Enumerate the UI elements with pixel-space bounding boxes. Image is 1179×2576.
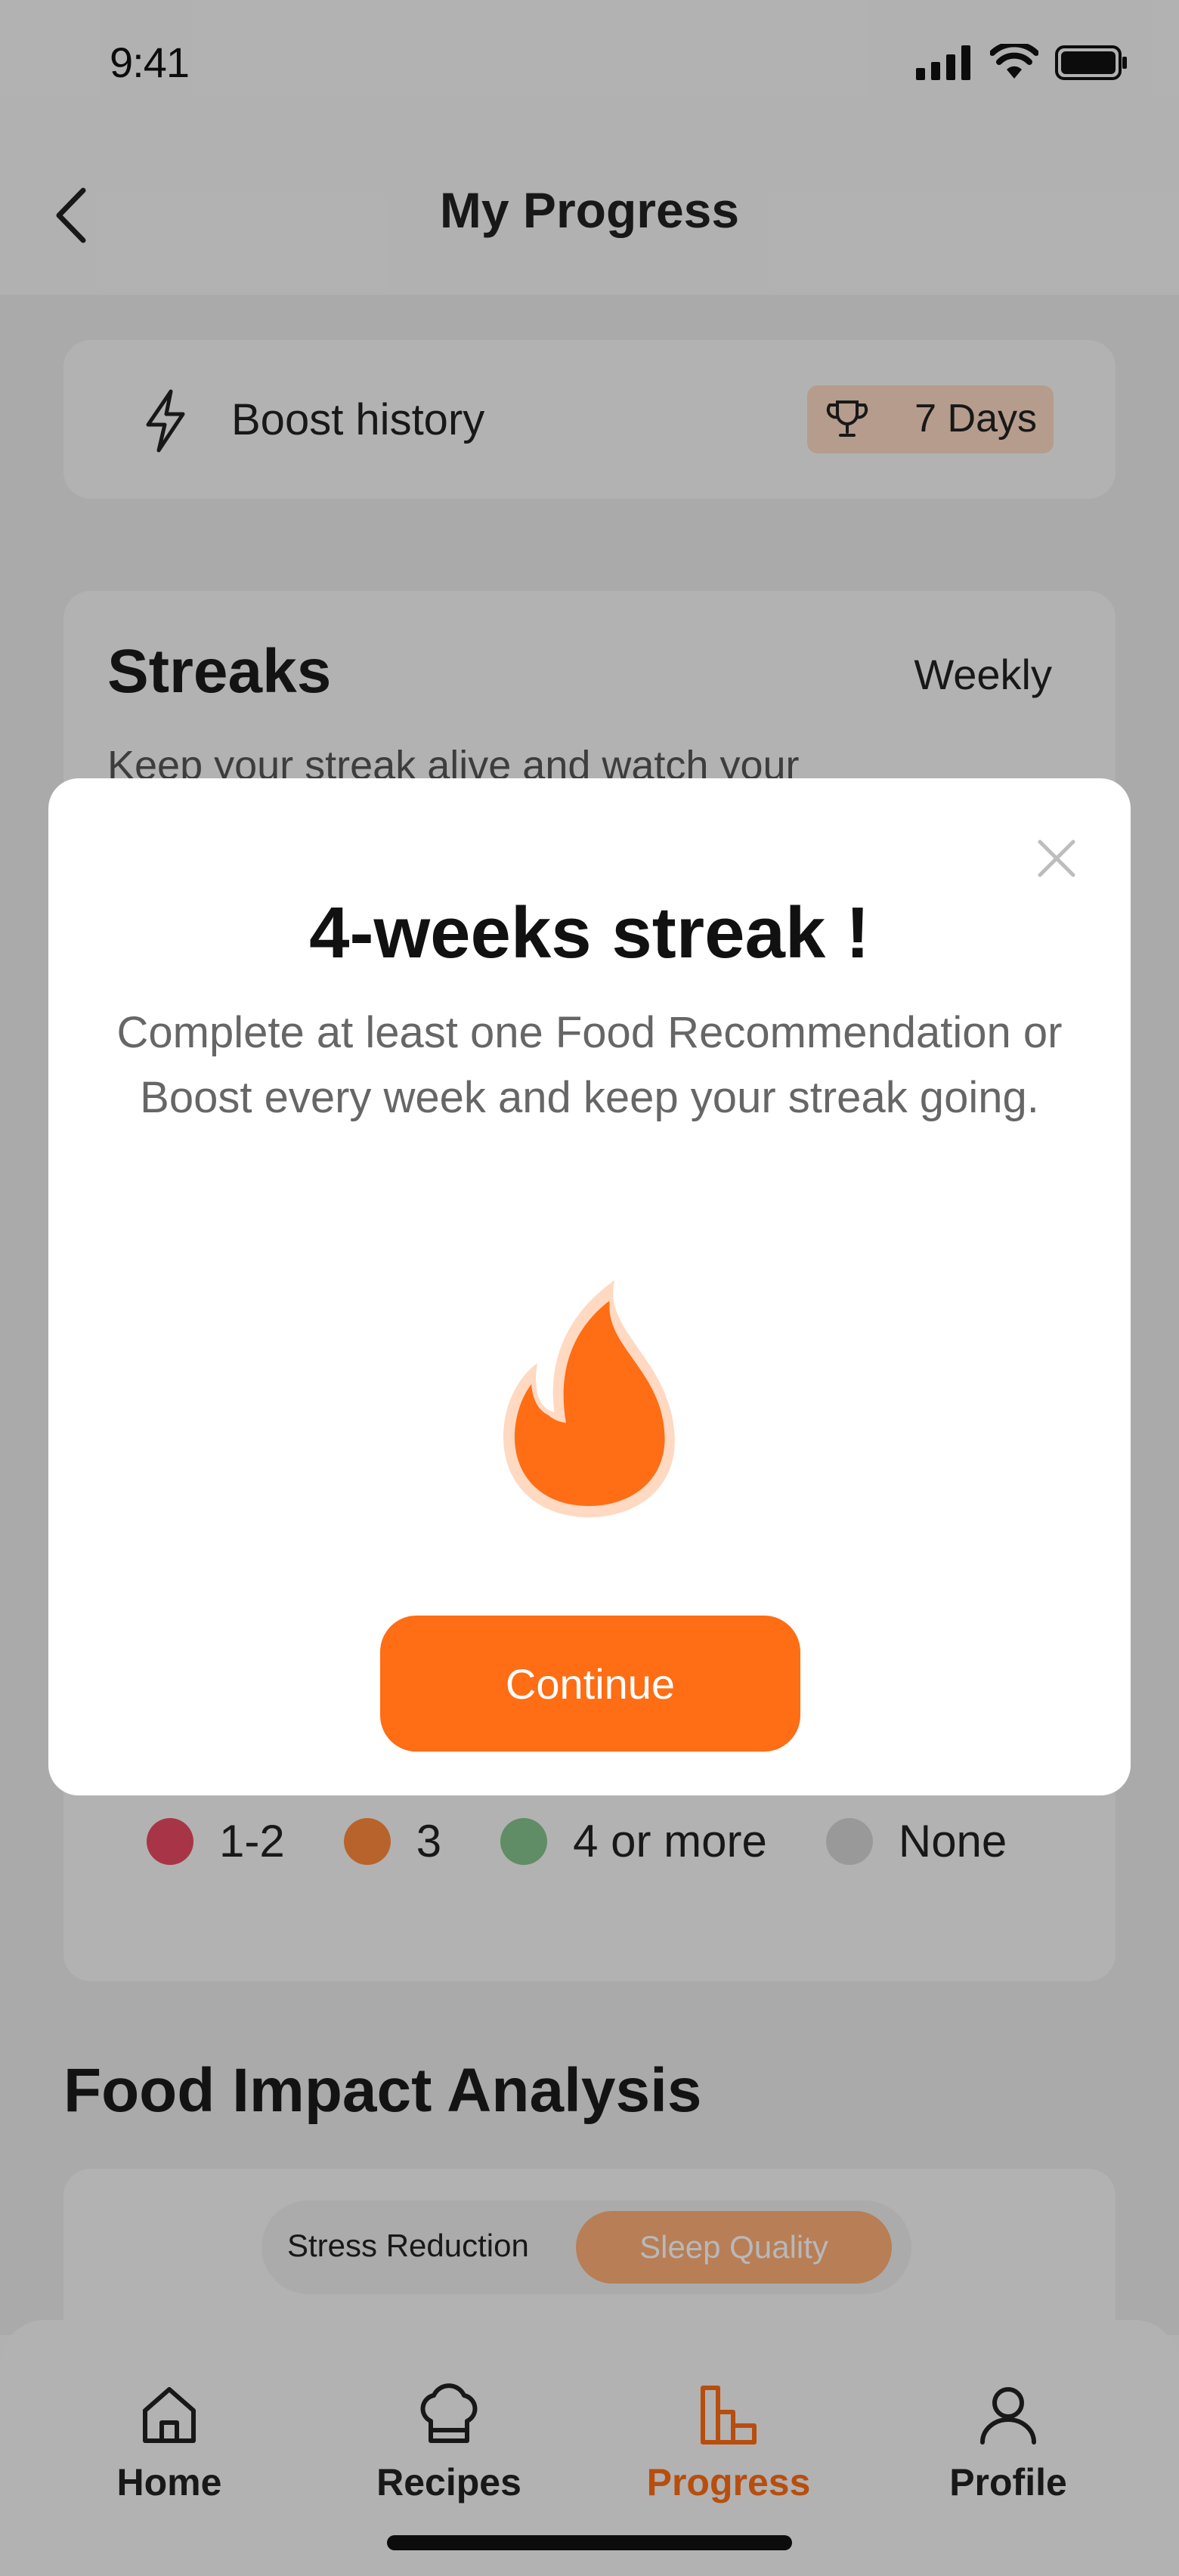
flame-icon — [503, 1280, 675, 1518]
app-screen: 9:41 My Progress Boost history 7 Days St… — [0, 0, 1179, 2576]
streak-modal: 4-weeks streak ! Complete at least one F… — [48, 778, 1131, 1795]
close-icon[interactable] — [1034, 836, 1079, 881]
continue-button[interactable]: Continue — [380, 1616, 800, 1752]
modal-body: Complete at least one Food Recommendatio… — [116, 1008, 1063, 1122]
modal-title: 4-weeks streak ! — [309, 892, 870, 973]
